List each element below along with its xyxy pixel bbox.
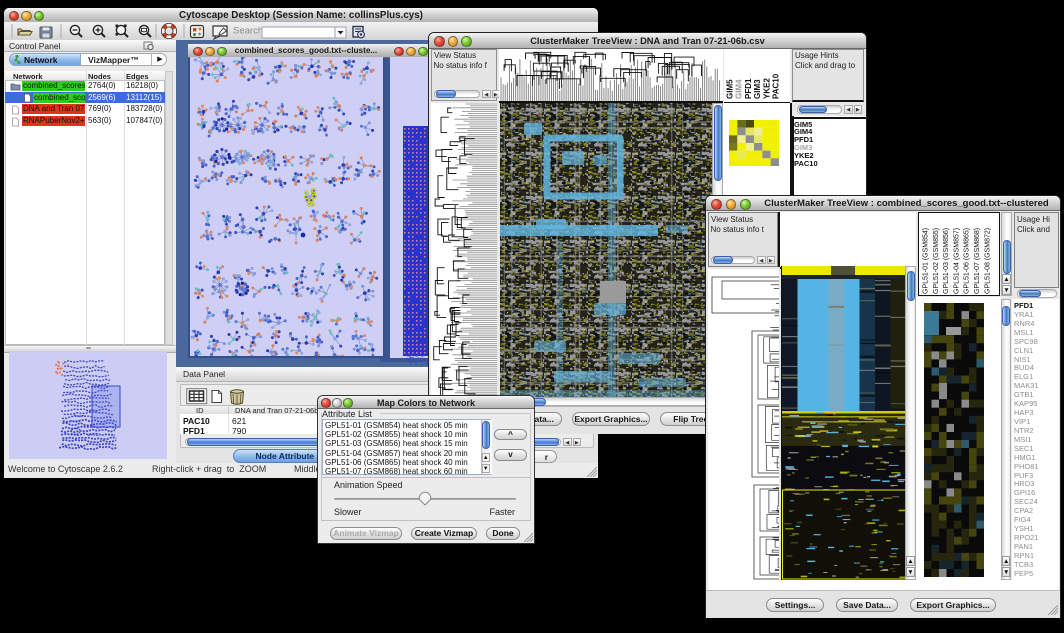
svg-text:GPL51-02 (GSM855): GPL51-02 (GSM855) [933, 228, 940, 294]
svg-text:GPL51-04 (GSM857): GPL51-04 (GSM857) [953, 228, 960, 294]
svg-text:PAC10: PAC10 [772, 73, 781, 99]
svg-text:GIM3: GIM3 [753, 79, 762, 99]
svg-text:GIM5: GIM5 [726, 79, 735, 99]
svg-text:GPL51-08 (GSM872): GPL51-08 (GSM872) [984, 228, 991, 294]
svg-text:YKE2: YKE2 [762, 78, 771, 99]
svg-text:GPL51-03 (GSM856): GPL51-03 (GSM856) [943, 228, 950, 294]
svg-text:PFD1: PFD1 [744, 78, 753, 99]
svg-text:GPL51-06 (GSM865): GPL51-06 (GSM865) [964, 228, 971, 294]
svg-text:GIM4: GIM4 [735, 79, 744, 99]
svg-text:GPL51-01 (GSM854): GPL51-01 (GSM854) [923, 228, 930, 294]
svg-text:Search:: Search: [233, 26, 266, 37]
svg-text:GPL51-07 (GSM868): GPL51-07 (GSM868) [974, 228, 981, 294]
